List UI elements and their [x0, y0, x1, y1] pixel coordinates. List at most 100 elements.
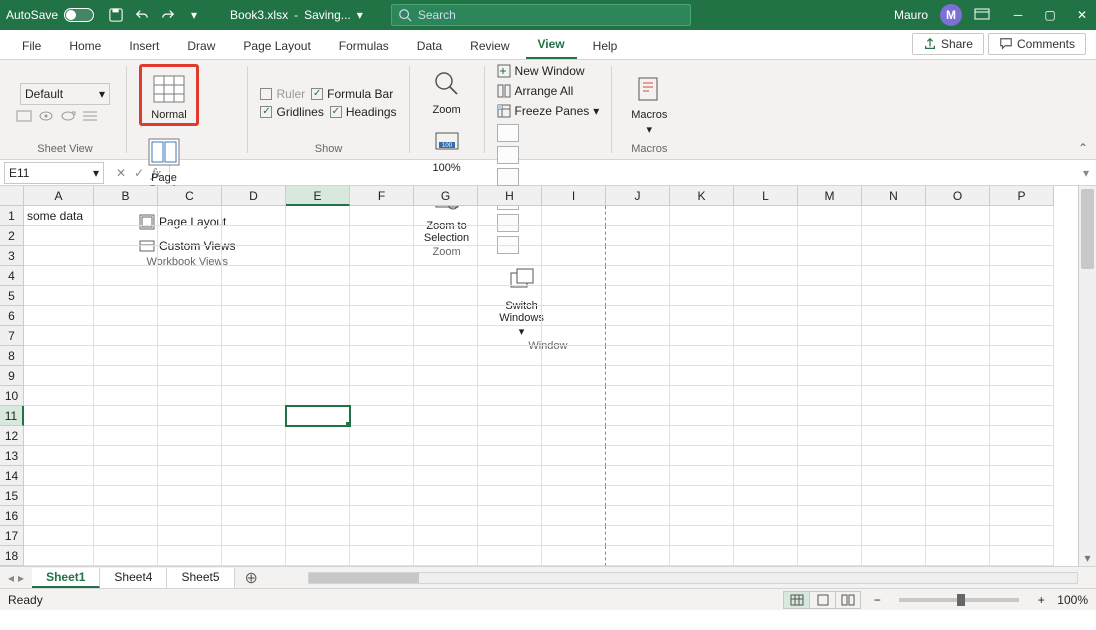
autosave-control[interactable]: AutoSave [6, 8, 94, 22]
cell[interactable] [670, 326, 734, 346]
ribbon-display-icon[interactable] [974, 8, 990, 22]
cell[interactable] [94, 366, 158, 386]
cell[interactable] [158, 466, 222, 486]
search-box[interactable]: Search [391, 4, 691, 26]
cell[interactable] [734, 326, 798, 346]
cell[interactable] [158, 306, 222, 326]
tab-draw[interactable]: Draw [175, 33, 227, 59]
cell[interactable] [798, 326, 862, 346]
cell[interactable] [158, 266, 222, 286]
cell[interactable] [158, 446, 222, 466]
cell[interactable] [798, 366, 862, 386]
cell[interactable] [414, 466, 478, 486]
cell[interactable] [286, 326, 350, 346]
qat-dropdown-icon[interactable]: ▾ [186, 7, 202, 23]
comments-button[interactable]: Comments [988, 33, 1086, 55]
cell[interactable] [990, 486, 1054, 506]
cell[interactable] [798, 306, 862, 326]
row-header[interactable]: 18 [0, 546, 24, 566]
row-header[interactable]: 16 [0, 506, 24, 526]
tab-home[interactable]: Home [57, 33, 113, 59]
cell[interactable] [286, 386, 350, 406]
cell[interactable] [670, 386, 734, 406]
column-header[interactable]: G [414, 186, 478, 206]
cell[interactable] [158, 486, 222, 506]
cell[interactable] [286, 366, 350, 386]
cell[interactable] [414, 266, 478, 286]
cell[interactable] [734, 226, 798, 246]
cell[interactable] [478, 546, 542, 566]
share-button[interactable]: Share [912, 33, 984, 55]
column-header[interactable]: L [734, 186, 798, 206]
cell[interactable] [286, 406, 350, 426]
page-break-shortcut[interactable] [835, 591, 861, 609]
cell[interactable] [606, 226, 670, 246]
cell[interactable] [734, 526, 798, 546]
minimize-icon[interactable]: ─ [1010, 7, 1026, 23]
cell[interactable] [350, 206, 414, 226]
cell[interactable] [24, 386, 94, 406]
cell[interactable] [862, 406, 926, 426]
cell[interactable] [926, 206, 990, 226]
row-header[interactable]: 6 [0, 306, 24, 326]
cell[interactable] [222, 386, 286, 406]
cell[interactable] [862, 246, 926, 266]
row-header[interactable]: 13 [0, 446, 24, 466]
row-header[interactable]: 5 [0, 286, 24, 306]
cell[interactable] [606, 506, 670, 526]
cell[interactable] [350, 426, 414, 446]
cell[interactable] [286, 526, 350, 546]
cell[interactable] [286, 486, 350, 506]
cell[interactable] [222, 466, 286, 486]
cell[interactable] [734, 386, 798, 406]
cell[interactable] [158, 406, 222, 426]
cell[interactable] [94, 266, 158, 286]
cell[interactable] [990, 326, 1054, 346]
cell[interactable] [798, 286, 862, 306]
cell[interactable] [24, 266, 94, 286]
column-header[interactable]: O [926, 186, 990, 206]
cancel-formula-icon[interactable]: ✕ [116, 166, 126, 180]
cell[interactable] [24, 326, 94, 346]
cell[interactable] [734, 286, 798, 306]
cell[interactable] [862, 206, 926, 226]
cell[interactable] [350, 546, 414, 566]
cell[interactable] [606, 466, 670, 486]
cell[interactable] [158, 286, 222, 306]
cell[interactable] [478, 426, 542, 446]
cell[interactable] [798, 506, 862, 526]
cell[interactable] [990, 386, 1054, 406]
collapse-ribbon-icon[interactable]: ⌃ [1078, 141, 1088, 155]
row-header[interactable]: 11 [0, 406, 24, 426]
cell[interactable] [862, 306, 926, 326]
cell[interactable] [478, 326, 542, 346]
cell[interactable] [990, 346, 1054, 366]
cell[interactable] [670, 526, 734, 546]
cell[interactable] [734, 246, 798, 266]
cell[interactable] [670, 286, 734, 306]
user-avatar[interactable]: M [940, 4, 962, 26]
cell[interactable] [542, 226, 606, 246]
cell[interactable] [222, 286, 286, 306]
cell[interactable] [542, 546, 606, 566]
cell[interactable] [862, 386, 926, 406]
column-header[interactable]: C [158, 186, 222, 206]
cell[interactable] [798, 486, 862, 506]
cell[interactable] [94, 546, 158, 566]
cell[interactable] [94, 426, 158, 446]
cell[interactable] [24, 546, 94, 566]
select-all-button[interactable] [0, 186, 24, 206]
cell[interactable] [350, 226, 414, 246]
cell[interactable] [478, 526, 542, 546]
sheet-nav-prev-icon[interactable]: ◂ [8, 571, 14, 585]
cell[interactable] [350, 386, 414, 406]
cell[interactable] [542, 286, 606, 306]
autosave-toggle[interactable] [64, 8, 94, 22]
cell[interactable] [606, 346, 670, 366]
scroll-down-icon[interactable]: ▾ [1079, 550, 1096, 566]
column-header[interactable]: H [478, 186, 542, 206]
cell[interactable] [414, 446, 478, 466]
cell[interactable] [926, 506, 990, 526]
cell[interactable] [222, 546, 286, 566]
save-icon[interactable] [108, 7, 124, 23]
